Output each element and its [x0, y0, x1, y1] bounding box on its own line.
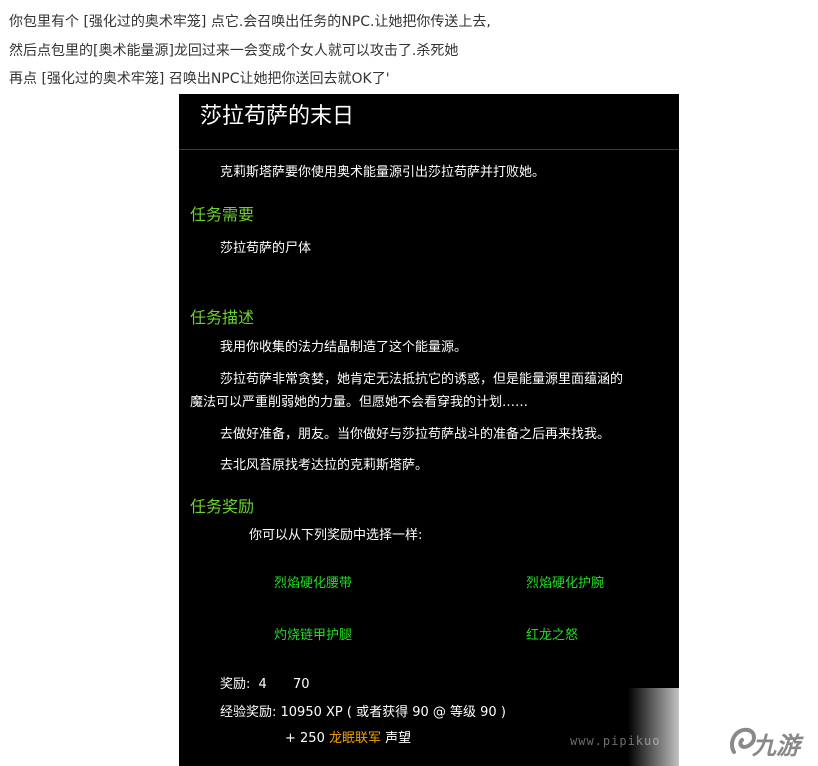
reputation-reward: + 250 龙眠联军 声望 [285, 729, 411, 749]
rep-faction: 龙眠联军 [328, 731, 381, 746]
money-silver: 70 [292, 677, 310, 692]
money-label: 奖励: [220, 677, 251, 692]
reward-item[interactable]: 灼烧链甲护腿 [274, 626, 352, 646]
xp-reward: 经验奖励: 10950 XP ( 或者获得 90 @ 等级 90 ) [220, 705, 506, 720]
logo-text: 九游 [752, 732, 800, 760]
quest-title: 莎拉苟萨的末日 [200, 104, 355, 129]
reward-item[interactable]: 烈焰硬化护腕 [526, 574, 604, 594]
rewards-heading: 任务奖励 [190, 497, 255, 516]
description-line: 去做好准备，朋友。当你做好与莎拉苟萨战斗的准备之后再来找我。 [220, 427, 611, 442]
requirement-item: 莎拉苟萨的尸体 [220, 241, 312, 256]
money-gold: 4 [258, 677, 267, 692]
money-reward: 奖励: 4 70 [220, 675, 310, 695]
description-line: 莎拉苟萨非常贪婪，她肯定无法抵抗它的诱惑，但是能量源里面蕴涵的 [220, 372, 624, 387]
requirements-heading: 任务需要 [190, 205, 255, 224]
intro-text: 你包里有个 [强化过的奥术牢笼] 点它.会召唤出任务的NPC.让她把你传送上去,… [9, 8, 809, 94]
choose-reward-text: 你可以从下列奖励中选择一样: [249, 528, 423, 543]
quest-panel: 莎拉苟萨的末日 克莉斯塔萨要你使用奥术能量源引出莎拉苟萨并打败她。 任务需要 莎… [179, 94, 679, 766]
description-line: 我用你收集的法力结晶制造了这个能量源。 [220, 340, 468, 355]
title-divider [179, 149, 679, 150]
description-line: 魔法可以严重削弱她的力量。但愿她不会看穿我的计划…… [190, 395, 529, 410]
reward-item[interactable]: 红龙之怒 [526, 626, 578, 646]
quest-summary: 克莉斯塔萨要你使用奥术能量源引出莎拉苟萨并打败她。 [220, 165, 546, 180]
rep-amount: + 250 [285, 731, 325, 746]
reward-item[interactable]: 烈焰硬化腰带 [274, 574, 352, 594]
intro-line-2: 然后点包里的[奥术能量源]龙回过来一会变成个女人就可以攻击了.杀死她 [9, 42, 459, 59]
description-line: 去北风苔原找考达拉的克莉斯塔萨。 [220, 458, 429, 473]
intro-line-1: 你包里有个 [强化过的奥术牢笼] 点它.会召唤出任务的NPC.让她把你传送上去, [9, 14, 491, 30]
intro-line-3: 再点 [强化过的奥术牢笼] 召唤出NPC让她把你送回去就OK了' [9, 71, 390, 87]
description-heading: 任务描述 [190, 308, 255, 327]
rep-suffix: 声望 [385, 731, 412, 746]
